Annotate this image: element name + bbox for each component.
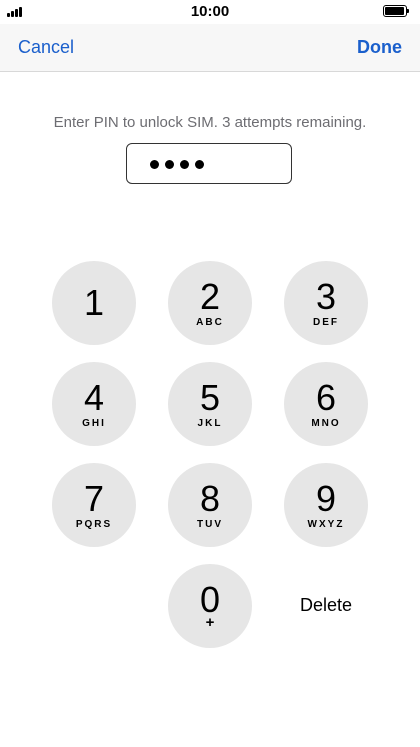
- cancel-button[interactable]: Cancel: [18, 37, 74, 58]
- key-digit: 1: [83, 282, 105, 323]
- key-plus: +: [205, 614, 215, 631]
- pin-dot: [165, 160, 174, 170]
- key-digit: 5: [199, 377, 221, 418]
- status-bar: 10:00: [0, 0, 420, 24]
- delete-button[interactable]: Delete: [284, 595, 368, 616]
- key-7[interactable]: 7 PQRS: [52, 463, 136, 547]
- key-digit: 4: [83, 377, 105, 418]
- pin-dot: [150, 160, 159, 170]
- key-digit: 3: [315, 276, 337, 317]
- pin-dot: [195, 160, 204, 170]
- key-letters: PQRS: [75, 519, 113, 530]
- done-button[interactable]: Done: [357, 37, 402, 58]
- key-digit: 2: [199, 276, 221, 317]
- key-9[interactable]: 9 WXYZ: [284, 463, 368, 547]
- key-3[interactable]: 3 DEF: [284, 261, 368, 345]
- status-time: 10:00: [190, 3, 230, 20]
- navigation-bar: Cancel Done: [0, 24, 420, 72]
- key-letters: WXYZ: [307, 519, 345, 530]
- key-8[interactable]: 8 TUV: [168, 463, 252, 547]
- key-letters: TUV: [197, 519, 223, 530]
- key-letters: GHI: [82, 418, 106, 429]
- key-letters: ABC: [196, 317, 224, 328]
- pin-input[interactable]: [126, 143, 292, 184]
- key-2[interactable]: 2 ABC: [168, 261, 252, 345]
- key-4[interactable]: 4 GHI: [52, 362, 136, 446]
- battery-icon: [383, 5, 409, 17]
- key-digit: 7: [83, 478, 105, 519]
- key-letters: MNO: [311, 418, 341, 429]
- key-digit: 8: [199, 478, 221, 519]
- key-0[interactable]: 0 +: [168, 564, 252, 648]
- pin-prompt: Enter PIN to unlock SIM. 3 attempts rema…: [53, 114, 367, 131]
- key-digit: 6: [315, 377, 337, 418]
- key-digit: 9: [315, 478, 337, 519]
- key-6[interactable]: 6 MNO: [284, 362, 368, 446]
- key-1[interactable]: 1: [52, 261, 136, 345]
- pin-dot: [180, 160, 189, 170]
- key-letters: DEF: [313, 317, 339, 328]
- sim-pin-screen: 10:00 Cancel Done Enter PIN to unlock SI…: [0, 0, 420, 747]
- key-5[interactable]: 5 JKL: [168, 362, 252, 446]
- key-digit: 0: [199, 579, 221, 620]
- pin-dots: [150, 156, 210, 170]
- key-letters: JKL: [197, 418, 223, 429]
